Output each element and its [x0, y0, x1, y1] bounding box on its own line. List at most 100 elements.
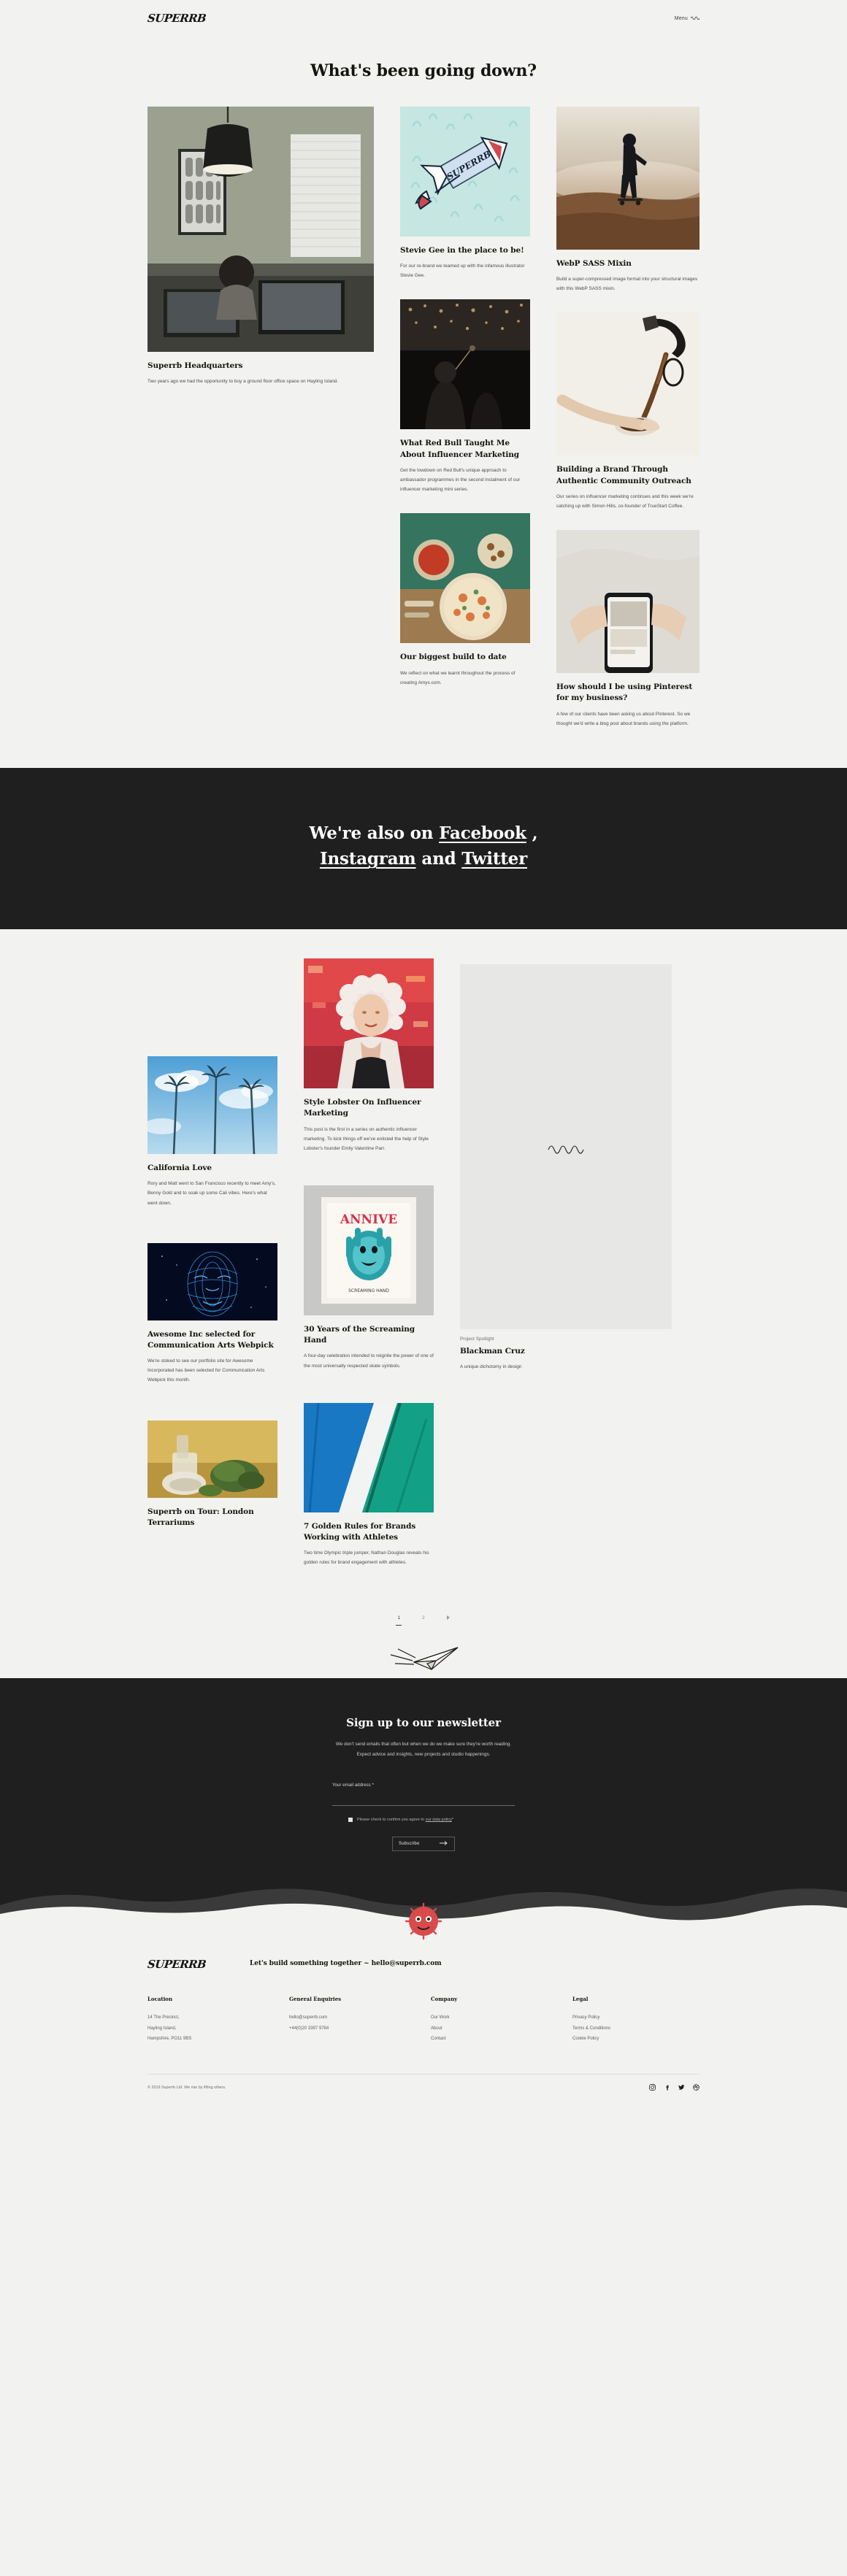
desert-skater-photo[interactable]: [556, 107, 700, 250]
twitter-link[interactable]: Twitter: [461, 849, 527, 869]
footer-link-about[interactable]: About: [431, 2023, 558, 2034]
project-kicker: Project Spotlight: [460, 1337, 494, 1342]
article-card[interactable]: Superrb on Tour: London Terrariums: [147, 1420, 277, 1534]
footer-link-our-work[interactable]: Our Work: [431, 2012, 558, 2023]
menu-label: Menu: [674, 15, 688, 21]
social-and-text: and: [415, 849, 462, 869]
article-card[interactable]: 7 Golden Rules for Brands Working with A…: [304, 1402, 434, 1568]
palm-trees-sky-photo[interactable]: [147, 1056, 277, 1155]
footer-column-enquiries: General Enquiries hello@superrb.com +44(…: [289, 1996, 416, 2045]
article-excerpt: We're stoked to see our portfolio site f…: [147, 1358, 265, 1383]
office-interior-photo[interactable]: [147, 107, 374, 352]
article-excerpt: For our re-brand we teamed up with the i…: [400, 264, 525, 279]
twitter-icon[interactable]: [678, 2084, 685, 2091]
email-input[interactable]: [332, 1796, 515, 1806]
article-excerpt: We reflect on what we learnt throughout …: [400, 670, 516, 685]
footer-link-terms[interactable]: Terms & Conditions: [572, 2023, 700, 2034]
grid-column-3: WebP SASS Mixin Build a super-compressed…: [556, 107, 700, 747]
woman-portrait-photo[interactable]: [304, 958, 434, 1089]
page-title: What's been going down?: [310, 61, 537, 80]
footer-item-phone[interactable]: +44(0)20 3397 9784: [289, 2023, 416, 2034]
journal-grid-primary: Superrb Headquarters Two years ago we ha…: [147, 107, 700, 747]
coffee-pour-photo[interactable]: [556, 312, 700, 456]
article-card[interactable]: California Love Rory and Matt went to Sa…: [147, 1056, 277, 1208]
newsletter-blurb-line-2: Expect advice and insights, new projects…: [356, 1752, 491, 1758]
pagination-page-2[interactable]: 2: [421, 1611, 426, 1626]
blue-face-wireframe-photo[interactable]: [147, 1242, 277, 1320]
arrow-right-icon: [440, 1841, 448, 1847]
consent-checkbox[interactable]: [348, 1818, 353, 1822]
footer-column-title: Legal: [572, 1996, 589, 2002]
article-excerpt: Two time Olympic triple jumper, Nathan D…: [304, 1550, 429, 1566]
phone-in-hands-photo[interactable]: [556, 530, 700, 674]
article-card[interactable]: Awesome Inc selected for Communication A…: [147, 1242, 277, 1385]
subscribe-button[interactable]: Subscribe: [392, 1837, 455, 1851]
article-title: Building a Brand Through Authentic Commu…: [556, 465, 691, 485]
site-logo[interactable]: SUPERRB: [147, 12, 207, 25]
article-title: Superrb on Tour: London Terrariums: [147, 1507, 254, 1527]
footer-link-privacy-policy[interactable]: Privacy Policy: [572, 2012, 700, 2023]
grid2-column-3: Project Spotlight Blackman Cruz A unique…: [460, 958, 672, 1391]
newsletter-blurb: We don't send emails that often but when…: [270, 1739, 577, 1760]
article-card[interactable]: What Red Bull Taught Me About Influencer…: [400, 299, 530, 494]
dribbble-icon[interactable]: [693, 2084, 700, 2091]
article-title: Stevie Gee in the place to be!: [400, 246, 524, 255]
svg-text:SCREAMING HAND: SCREAMING HAND: [348, 1288, 389, 1293]
newsletter-title: Sign up to our newsletter: [346, 1716, 501, 1730]
footer-item-email[interactable]: hello@superrb.com: [289, 2012, 416, 2023]
article-title: Our biggest build to date: [400, 653, 507, 662]
social-lead-text: We're also on: [309, 823, 440, 843]
site-header: SUPERRB Menu: [147, 0, 700, 26]
newsletter-section: Sign up to our newsletter We don't send …: [0, 1678, 847, 1883]
article-title: Superrb Headquarters: [147, 361, 243, 370]
footer-badge-icon: [403, 1901, 444, 1945]
tennis-court-abstract-photo[interactable]: [304, 1402, 434, 1512]
project-card[interactable]: Project Spotlight Blackman Cruz A unique…: [460, 964, 672, 1372]
article-title: Awesome Inc selected for Communication A…: [147, 1329, 274, 1350]
article-title: What Red Bull Taught Me About Influencer…: [400, 439, 520, 459]
facebook-link[interactable]: Facebook: [439, 823, 526, 843]
screaming-hand-poster[interactable]: ANNIVE SCREAMING HAND: [304, 1185, 434, 1315]
grid-column-2: SUPERRB Stevie Gee in the place to be! F…: [400, 107, 530, 707]
article-card[interactable]: Superrb Headquarters Two years ago we ha…: [147, 107, 374, 386]
article-excerpt: Build a super-compressed image format in…: [556, 277, 698, 292]
pagination-page-1[interactable]: 1: [396, 1611, 402, 1626]
article-excerpt: Our series on influencer marketing conti…: [556, 493, 694, 510]
footer-column-title: Company: [431, 1996, 458, 2002]
consent-row[interactable]: Please check to confirm you agree to our…: [348, 1818, 515, 1822]
consent-text: Please check to confirm you agree to: [357, 1818, 426, 1822]
terrarium-moss-photo[interactable]: [147, 1420, 277, 1498]
article-card[interactable]: Style Lobster On Influencer Marketing Th…: [304, 958, 434, 1153]
article-card[interactable]: ANNIVE SCREAMING HAND 30 Years of the Sc…: [304, 1185, 434, 1371]
footer-columns: Location 14 The Precinct, Hayling Island…: [147, 1971, 700, 2074]
pagination: 1 2: [147, 1611, 700, 1626]
article-card[interactable]: SUPERRB Stevie Gee in the place to be! F…: [400, 107, 530, 280]
article-excerpt: Two years ago we had the opportunity to …: [147, 379, 339, 385]
grid-column-1: Superrb Headquarters Two years ago we ha…: [147, 107, 374, 405]
footer-logo[interactable]: SUPERRB: [147, 1958, 207, 1971]
concert-crowd-photo[interactable]: [400, 299, 530, 430]
article-card[interactable]: WebP SASS Mixin Build a super-compressed…: [556, 107, 700, 293]
footer-column-legal: Legal Privacy Policy Terms & Conditions …: [572, 1996, 700, 2045]
article-card[interactable]: Our biggest build to date We reflect on …: [400, 513, 530, 687]
article-title: California Love: [147, 1164, 212, 1173]
article-card[interactable]: Building a Brand Through Authentic Commu…: [556, 312, 700, 511]
facebook-icon[interactable]: [664, 2084, 670, 2091]
footer-link-contact[interactable]: Contact: [431, 2034, 558, 2045]
grid2-column-1: California Love Rory and Matt went to Sa…: [147, 958, 277, 1553]
rocket-illustration[interactable]: SUPERRB: [400, 107, 530, 237]
menu-button[interactable]: Menu: [675, 15, 700, 21]
blackman-cruz-project-tile[interactable]: [460, 964, 672, 1330]
data-policy-link[interactable]: our data policy: [426, 1818, 452, 1822]
newsletter-form: Your email address * Please check to con…: [332, 1783, 515, 1851]
article-title: 7 Golden Rules for Brands Working with A…: [304, 1521, 416, 1542]
article-card[interactable]: How should I be using Pinterest for my b…: [556, 530, 700, 728]
article-excerpt: Rory and Matt went to San Francisco rece…: [147, 1181, 276, 1206]
instagram-link[interactable]: Instagram: [320, 849, 416, 869]
article-title: 30 Years of the Screaming Hand: [304, 1324, 415, 1345]
food-table-photo[interactable]: [400, 513, 530, 644]
instagram-icon[interactable]: [649, 2084, 656, 2091]
chevron-right-icon[interactable]: [445, 1615, 451, 1622]
consent-label: Please check to confirm you agree to our…: [357, 1818, 453, 1822]
footer-link-cookie-policy[interactable]: Cookie Policy: [572, 2034, 700, 2045]
